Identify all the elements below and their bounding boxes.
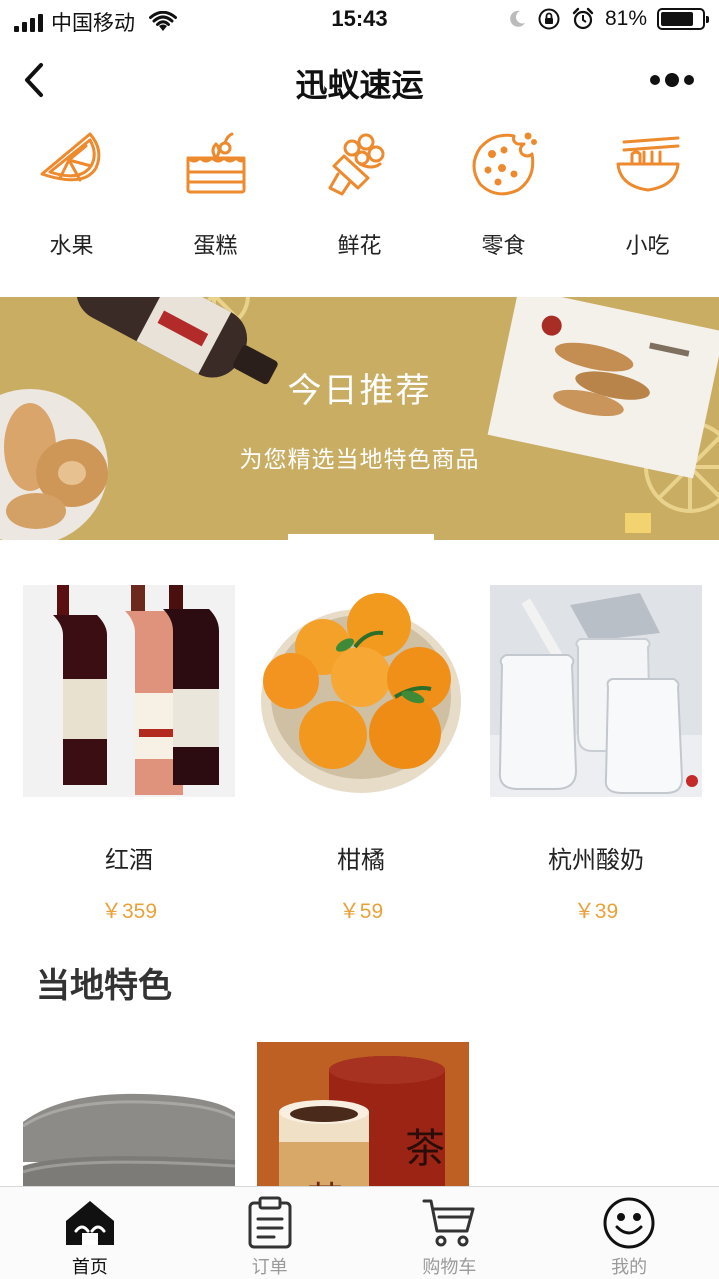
cookie-icon bbox=[472, 132, 537, 196]
tab-label: 订单 bbox=[251, 1257, 288, 1278]
alarm-icon bbox=[572, 7, 594, 30]
smiley-icon bbox=[603, 1197, 655, 1249]
battery-fill bbox=[661, 12, 694, 26]
category-flowers[interactable]: 鲜花 bbox=[288, 122, 431, 272]
watermelon-slice-icon bbox=[40, 132, 100, 182]
category-label: 水果 bbox=[49, 234, 94, 259]
section-title-local: 当地特色 bbox=[36, 966, 172, 1006]
tab-home[interactable]: 首页 bbox=[0, 1187, 180, 1279]
clipboard-icon bbox=[248, 1196, 292, 1249]
yogurt-image bbox=[490, 585, 702, 797]
category-row: 水果 蛋糕 鲜花 零食 小吃 bbox=[0, 122, 719, 272]
recommendation-banner[interactable]: 今日推荐 为您精选当地特色商品 bbox=[0, 297, 719, 540]
more-dot bbox=[665, 73, 679, 87]
cake-icon bbox=[186, 132, 245, 194]
local-items: 茶 茶 bbox=[0, 1042, 719, 1187]
local-item-card[interactable]: 茶 茶 bbox=[257, 1042, 469, 1187]
tab-label: 首页 bbox=[71, 1257, 108, 1278]
more-dot bbox=[650, 75, 660, 85]
category-fruit[interactable]: 水果 bbox=[0, 122, 143, 272]
category-label: 蛋糕 bbox=[193, 234, 238, 259]
tab-cart[interactable]: 购物车 bbox=[360, 1187, 540, 1279]
tab-orders[interactable]: 订单 bbox=[180, 1187, 360, 1279]
more-dot bbox=[684, 75, 694, 85]
towels-image bbox=[23, 1042, 235, 1187]
category-street-food[interactable]: 小吃 bbox=[576, 122, 719, 272]
more-button[interactable] bbox=[647, 66, 697, 94]
product-price: ￥39 bbox=[573, 900, 619, 923]
status-right: 81% bbox=[507, 7, 709, 31]
product-price: ￥59 bbox=[338, 900, 384, 923]
noodle-bowl-icon bbox=[616, 136, 679, 192]
category-label: 零食 bbox=[481, 234, 526, 259]
oranges-image bbox=[255, 585, 467, 797]
local-item-card[interactable] bbox=[23, 1042, 235, 1187]
nav-bar: 迅蚁速运 bbox=[0, 40, 719, 120]
product-name: 柑橘 bbox=[337, 846, 385, 874]
product-card[interactable]: 杭州酸奶 ￥39 bbox=[490, 585, 702, 923]
tab-label: 我的 bbox=[611, 1257, 648, 1278]
category-label: 鲜花 bbox=[337, 234, 382, 259]
tab-label: 购物车 bbox=[422, 1257, 477, 1278]
battery-icon bbox=[657, 8, 709, 30]
tab-me[interactable]: 我的 bbox=[539, 1187, 719, 1279]
banner-indicator bbox=[288, 534, 434, 540]
product-card[interactable]: 红酒 ￥359 bbox=[23, 585, 235, 923]
product-card[interactable]: 柑橘 ￥59 bbox=[255, 585, 467, 923]
banner-title: 今日推荐 bbox=[287, 371, 432, 411]
moon-icon bbox=[510, 10, 525, 27]
tab-bar: 首页 订单 购物车 我的 bbox=[0, 1186, 719, 1279]
rotation-lock-icon bbox=[538, 8, 560, 30]
svg-text:茶: 茶 bbox=[405, 1126, 445, 1172]
product-price: ￥359 bbox=[100, 900, 158, 923]
product-name: 红酒 bbox=[105, 846, 153, 874]
home-icon bbox=[65, 1201, 114, 1245]
banner-subtitle: 为您精选当地特色商品 bbox=[239, 447, 480, 473]
recommended-products: 红酒 ￥359 柑橘 ￥59 杭州酸奶 ￥39 bbox=[0, 585, 719, 925]
tea-canister-image: 茶 茶 bbox=[257, 1042, 469, 1187]
banner-background-art bbox=[0, 297, 719, 540]
status-bar: 中国移动 15:43 81% bbox=[0, 0, 719, 40]
page-title: 迅蚁速运 bbox=[295, 66, 424, 104]
cart-icon bbox=[422, 1199, 475, 1247]
category-snacks[interactable]: 零食 bbox=[432, 122, 575, 272]
category-cake[interactable]: 蛋糕 bbox=[144, 122, 287, 272]
red-wine-image bbox=[23, 585, 235, 797]
battery-percent: 81% bbox=[604, 7, 647, 30]
bouquet-icon bbox=[328, 133, 384, 196]
product-name: 杭州酸奶 bbox=[548, 846, 644, 874]
category-label: 小吃 bbox=[625, 234, 670, 259]
